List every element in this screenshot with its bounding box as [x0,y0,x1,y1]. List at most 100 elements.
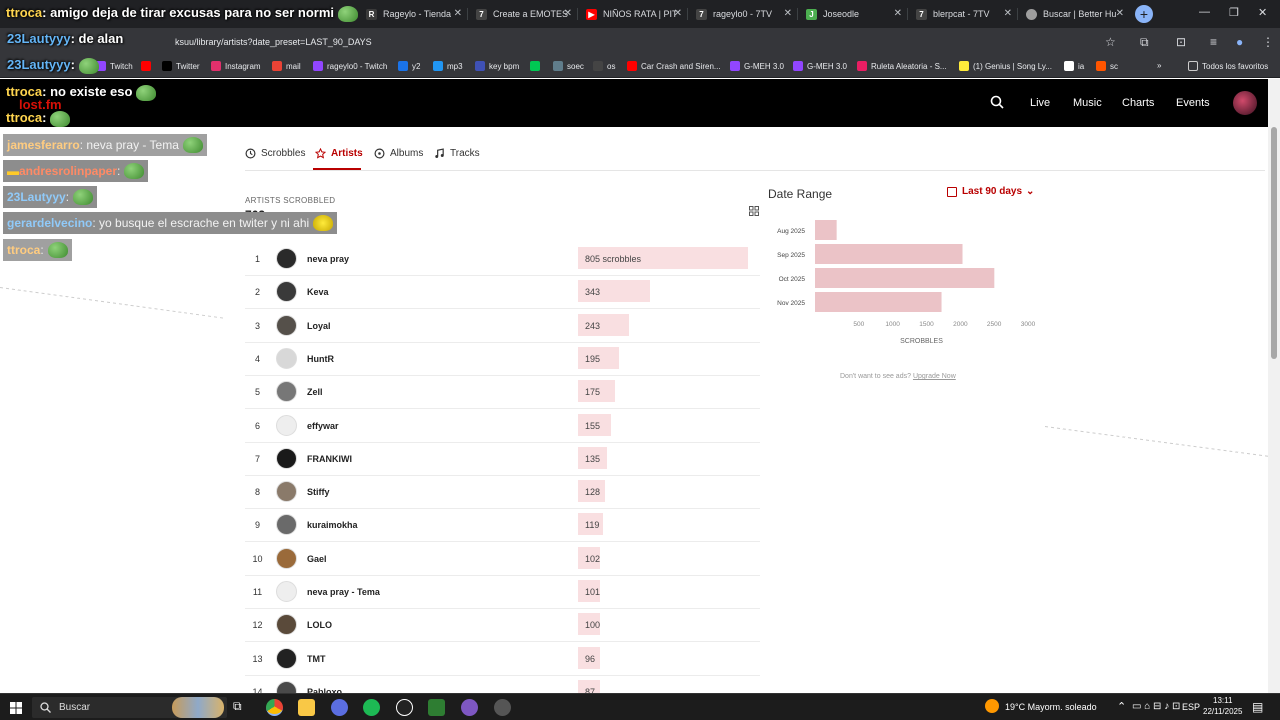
tab-rageylo0-7tv[interactable]: 7 rageylo0 - 7TV ✕ [688,0,798,28]
artist-name[interactable]: neva pray [307,254,349,264]
scrobble-count[interactable]: 805 scrobbles [585,254,641,264]
artist-name[interactable]: effywar [307,421,339,431]
bookmark-item[interactable]: Instagram [211,61,261,71]
taskbar-search[interactable]: Buscar [32,697,227,718]
weather-text[interactable]: 19°C Mayorm. soleado [1005,702,1097,712]
bookmark-item[interactable]: soec [553,61,584,71]
bookmarks-overflow-icon[interactable]: » [1157,61,1161,70]
bookmark-item[interactable]: mail [272,61,301,71]
chrome-icon[interactable] [266,699,283,716]
artist-name[interactable]: kuraimokha [307,520,358,530]
artist-name[interactable]: Zell [307,387,323,397]
artist-row[interactable]: 4 HuntR 195 [245,343,760,376]
artist-avatar[interactable] [276,314,297,336]
tray-icons[interactable]: ▭ ⌂ ⊟ ♪ ⊡ [1132,701,1180,712]
scrobble-count[interactable]: 102 [585,554,600,564]
artist-avatar[interactable] [276,481,297,503]
bookmark-item[interactable]: Ruleta Aleatoria - S... [857,61,947,71]
artist-row[interactable]: 1 neva pray 805 scrobbles [245,243,760,276]
bookmark-item[interactable]: mp3 [433,61,463,71]
artist-row[interactable]: 11 neva pray - Tema 101 [245,576,760,609]
tab-ninos-rata[interactable]: ▶ NIÑOS RATA | PIT ✕ [578,0,688,28]
menu-icon[interactable]: ⋮ [1262,35,1274,49]
artist-name[interactable]: neva pray - Tema [307,587,380,597]
tab-rageylo-tienda[interactable]: R Rageylo - Tienda ✕ [358,0,468,28]
close-icon[interactable]: ✕ [564,8,572,19]
bookmark-item[interactable]: os [593,61,615,71]
bookmark-item[interactable]: y2 [398,61,420,71]
artist-row[interactable]: 3 Loyal 243 [245,310,760,343]
artist-row[interactable]: 9 kuraimokha 119 [245,509,760,543]
scrobble-count[interactable]: 128 [585,487,600,497]
notifications-icon[interactable]: ▤ [1252,700,1263,714]
extensions-icon[interactable]: ⧉ [1140,35,1149,50]
artist-name[interactable]: LOLO [307,620,332,630]
close-window-icon[interactable]: ✕ [1258,6,1267,19]
spotify-icon[interactable] [363,699,380,716]
tab-artists[interactable]: Artists [315,148,363,159]
user-avatar[interactable] [1233,91,1257,115]
bookmark-star-icon[interactable]: ☆ [1105,35,1116,49]
clock-time[interactable]: 13:11 [1213,696,1232,705]
close-icon[interactable]: ✕ [1116,8,1124,19]
close-icon[interactable]: ✕ [894,8,902,19]
artist-name[interactable]: FRANKIWI [307,454,352,464]
scrobble-count[interactable]: 195 [585,354,600,364]
bookmark-item[interactable]: Twitch [96,61,133,71]
artist-avatar[interactable] [276,614,297,636]
tab-scrobbles[interactable]: Scrobbles [245,148,305,159]
bookmark-item[interactable] [530,61,544,71]
media-icon[interactable]: ≡ [1210,35,1217,49]
artist-row[interactable]: 12 LOLO 100 [245,609,760,643]
upgrade-link[interactable]: Upgrade Now [913,373,956,380]
artist-name[interactable]: Loyal [307,321,331,331]
artist-avatar[interactable] [276,647,297,669]
tab-blerpcat-7tv[interactable]: 7 blerpcat - 7TV ✕ [908,0,1018,28]
scrollbar-thumb[interactable] [1271,127,1277,359]
scrobble-count[interactable]: 135 [585,454,600,464]
tray-chevron-icon[interactable]: ⌃ [1117,700,1126,713]
artist-avatar[interactable] [276,281,297,303]
artist-avatar[interactable] [276,581,297,602]
artist-name[interactable]: Stiffy [307,487,330,497]
bookmark-item[interactable]: sc [1096,61,1118,71]
artist-name[interactable]: Keva [307,287,329,297]
tab-buscar-better[interactable]: Buscar | Better Hu ✕ [1018,0,1130,28]
new-tab-button[interactable]: + [1135,5,1153,23]
language-indicator[interactable]: ESP [1182,702,1200,712]
cast-icon[interactable]: ⊡ [1176,35,1186,49]
artist-avatar[interactable] [276,447,297,469]
tab-albums[interactable]: Albums [374,148,423,159]
close-icon[interactable]: ✕ [674,8,682,19]
search-icon[interactable] [990,95,1004,109]
artist-avatar[interactable] [276,381,297,403]
artist-name[interactable]: Gael [307,554,327,564]
close-icon[interactable]: ✕ [1004,8,1012,19]
app-icon[interactable] [461,699,478,716]
artist-row[interactable]: 2 Keva 343 [245,276,760,310]
nav-events[interactable]: Events [1176,97,1210,109]
terminal-icon[interactable] [428,699,445,716]
windows-start-icon[interactable] [10,702,22,714]
artist-row[interactable]: 7 FRANKIWI 135 [245,443,760,476]
nav-music[interactable]: Music [1073,97,1102,109]
scrobble-count[interactable]: 119 [585,520,599,530]
bookmark-item[interactable]: key bpm [475,61,519,71]
artist-row[interactable]: 6 effywar 155 [245,410,760,443]
minimize-icon[interactable]: — [1199,6,1210,18]
chrome-icon[interactable] [494,699,511,716]
artist-avatar[interactable] [276,514,297,536]
chart-bar[interactable] [815,268,995,288]
tab-create-emotes[interactable]: 7 Create a EMOTES ✕ [468,0,578,28]
tab-tracks[interactable]: Tracks [434,148,480,159]
artist-name[interactable]: HuntR [307,354,334,364]
scrobble-count[interactable]: 96 [585,654,595,664]
tab-joseodle[interactable]: J Joseodle ✕ [798,0,908,28]
all-bookmarks-folder[interactable]: Todos los favoritos [1188,61,1268,71]
artist-avatar[interactable] [276,347,297,369]
bookmark-item[interactable]: (1) Genius | Song Ly... [959,61,1052,71]
bookmark-item[interactable]: rageylo0 - Twitch [313,61,387,71]
profile-icon[interactable]: ● [1236,35,1243,49]
scrobble-count[interactable]: 101 [585,587,600,597]
scrobble-count[interactable]: 100 [585,620,600,630]
